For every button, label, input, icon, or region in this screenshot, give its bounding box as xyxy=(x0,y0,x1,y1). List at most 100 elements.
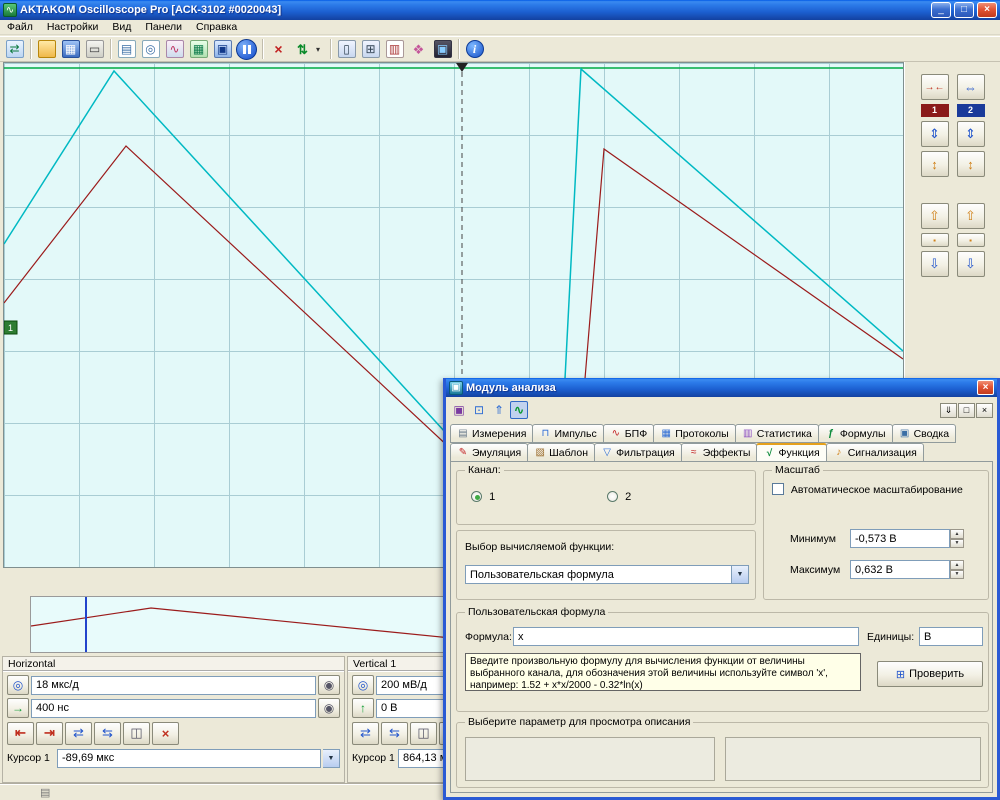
chart-button[interactable]: ▥ xyxy=(383,38,406,61)
ch1-position-down-button[interactable]: ⇩ xyxy=(921,251,949,277)
ch1-fine-scale-button[interactable]: ↕ xyxy=(921,151,949,177)
delay-button[interactable]: → xyxy=(7,698,29,718)
cursor-zoom-in-button[interactable]: ⇄ xyxy=(65,722,92,745)
menu-settings[interactable]: Настройки xyxy=(40,21,106,33)
screen-button[interactable]: ▣ xyxy=(431,38,454,61)
tab-fft[interactable]: ∿БПФ xyxy=(603,424,654,443)
tab-template[interactable]: ▧Шаблон xyxy=(527,443,595,462)
v-cursor-up-button[interactable]: ⇄ xyxy=(352,722,379,745)
cursor-left-button[interactable]: ⇤ xyxy=(7,722,34,745)
main-toolbar: ⇄ ▦ ▭ ▤ ◎ ∿ ▦ ▣ × ⇅ ▾ ▯ ⊞ ▥ ❖ ▣ i xyxy=(0,36,1000,62)
tab-summary[interactable]: ▣Сводка xyxy=(892,424,956,443)
print-button[interactable]: ▭ xyxy=(83,38,106,61)
dialog-title-bar[interactable]: ▣ Модуль анализа × xyxy=(446,378,997,397)
timebase-dial-button[interactable]: ◉ xyxy=(318,675,340,695)
timebase-field[interactable] xyxy=(31,676,316,695)
display-button[interactable]: ▣ xyxy=(211,38,234,61)
save-button[interactable]: ▦ xyxy=(59,38,82,61)
panel-close-button[interactable]: × xyxy=(976,403,993,418)
about-button[interactable]: i xyxy=(463,38,486,61)
maximize-button[interactable]: □ xyxy=(954,2,974,18)
ch2-scale-button[interactable]: ⇕ xyxy=(957,121,985,147)
add-panel-button[interactable]: ⊞ xyxy=(359,38,382,61)
volt-scale-zoom-button[interactable]: ◎ xyxy=(352,675,374,695)
function-combo-dropdown[interactable]: ▼ xyxy=(732,565,749,584)
dock-button[interactable]: ⇓ xyxy=(940,403,957,418)
tab-alarm[interactable]: ♪Сигнализация xyxy=(826,443,924,462)
cursor-zoom-out-button[interactable]: ⇆ xyxy=(94,722,121,745)
tab-measurements[interactable]: ▤Измерения xyxy=(450,424,533,443)
minimize-button[interactable]: _ xyxy=(931,2,951,18)
channel1-radio[interactable]: 1 xyxy=(471,491,495,503)
ch2-fine-scale-button[interactable]: ↕ xyxy=(957,151,985,177)
palette-button[interactable]: ▦ xyxy=(187,38,210,61)
open-button[interactable] xyxy=(35,38,58,61)
compress-horizontal-button[interactable]: →← xyxy=(921,74,949,100)
menu-help[interactable]: Справка xyxy=(189,21,244,33)
module-function-button[interactable]: ∿ xyxy=(510,401,528,419)
autoscale-button[interactable]: ⇅ xyxy=(291,38,314,61)
search-button[interactable]: ◎ xyxy=(139,38,162,61)
toolbar-separator xyxy=(30,39,31,59)
tab-effects[interactable]: ≈Эффекты xyxy=(681,443,758,462)
menu-view[interactable]: Вид xyxy=(105,21,138,33)
waveform-button[interactable]: ∿ xyxy=(163,38,186,61)
cursor-grid-icon: ◫ xyxy=(130,725,142,741)
cursor-right-button[interactable]: ⇥ xyxy=(36,722,63,745)
ch1-scale-button[interactable]: ⇕ xyxy=(921,121,949,147)
h-cursor1-value-field[interactable] xyxy=(57,749,321,768)
maximum-field[interactable] xyxy=(850,560,950,579)
cursor-grid-button[interactable]: ◫ xyxy=(123,722,150,745)
formula-input[interactable] xyxy=(513,627,859,646)
cursor-select-dropdown[interactable]: ▼ xyxy=(323,749,340,768)
panels-button[interactable]: ▯ xyxy=(335,38,358,61)
dialog-close-button[interactable]: × xyxy=(977,380,994,395)
pulse-tab-icon: ⊓ xyxy=(539,428,551,439)
delay-field[interactable] xyxy=(31,699,316,718)
minimum-spinner[interactable]: ▲▼ xyxy=(950,529,964,548)
tab-filtering[interactable]: ▽Фильтрация xyxy=(594,443,682,462)
tab-pulse[interactable]: ⊓Импульс xyxy=(532,424,603,443)
tab-emulation[interactable]: ✎Эмуляция xyxy=(450,443,528,462)
check-formula-button[interactable]: ⊞ Проверить xyxy=(877,661,983,687)
menu-panels[interactable]: Панели xyxy=(138,21,189,33)
parameter-list-box[interactable] xyxy=(465,737,715,781)
delay-dial-button[interactable]: ◉ xyxy=(318,698,340,718)
tab-formulas[interactable]: ƒФормулы xyxy=(818,424,893,443)
module-export-button[interactable]: ⇑ xyxy=(490,401,508,419)
effects-button[interactable]: ❖ xyxy=(407,38,430,61)
autoscale-dropdown[interactable]: ▾ xyxy=(315,38,326,61)
tab-label: Статистика xyxy=(757,428,812,440)
tab-function[interactable]: √Функция xyxy=(756,443,826,462)
module-window-button[interactable]: ⊡ xyxy=(470,401,488,419)
v-cursor-grid-button[interactable]: ◫ xyxy=(410,722,437,745)
cursor-clear-button[interactable]: × xyxy=(152,722,179,745)
report-button[interactable]: ▤ xyxy=(115,38,138,61)
minimum-field[interactable] xyxy=(850,529,950,548)
close-button[interactable]: × xyxy=(977,2,997,18)
tab-protocols[interactable]: ▦Протоколы xyxy=(653,424,736,443)
units-input[interactable] xyxy=(919,627,983,646)
menu-file[interactable]: Файл xyxy=(0,21,40,33)
pause-button[interactable] xyxy=(235,38,258,61)
measurements-tab-icon: ▤ xyxy=(457,428,469,439)
channel2-radio[interactable]: 2 xyxy=(607,491,631,503)
tab-statistics[interactable]: ▥Статистика xyxy=(735,424,819,443)
restore-button[interactable]: □ xyxy=(958,403,975,418)
ch2-position-down-button[interactable]: ⇩ xyxy=(957,251,985,277)
function-select-combobox[interactable] xyxy=(465,565,732,584)
autoscale-checkbox[interactable]: Автоматическое масштабирование xyxy=(772,483,963,496)
module-measure-button[interactable]: ▣ xyxy=(450,401,468,419)
device-connect-button[interactable]: ⇄ xyxy=(3,38,26,61)
maximum-spinner[interactable]: ▲▼ xyxy=(950,560,964,579)
ch1-position-up-button[interactable]: ⇧ xyxy=(921,203,949,229)
offset-button[interactable]: ↑ xyxy=(352,698,374,718)
cut-cursors-button[interactable]: × xyxy=(267,38,290,61)
expand-arrows-icon: ⇔ xyxy=(964,80,977,95)
v-cursor-down-button[interactable]: ⇆ xyxy=(381,722,408,745)
cursor-right-icon: ⇥ xyxy=(44,725,55,741)
timebase-zoom-button[interactable]: ◎ xyxy=(7,675,29,695)
scale-arrows-icon: ⇕ xyxy=(929,126,940,142)
ch2-position-up-button[interactable]: ⇧ xyxy=(957,203,985,229)
expand-horizontal-button[interactable]: ⇔ xyxy=(957,74,985,100)
